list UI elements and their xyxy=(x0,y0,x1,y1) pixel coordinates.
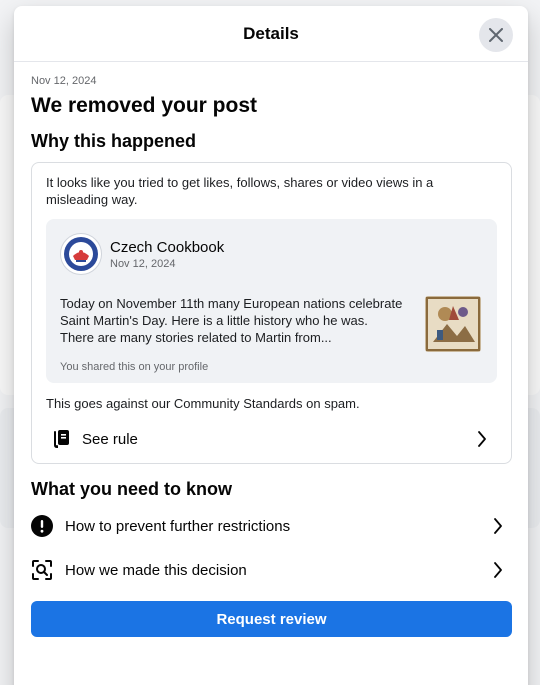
request-review-button[interactable]: Request review xyxy=(31,601,512,637)
post-image-icon xyxy=(425,296,481,352)
close-icon xyxy=(489,28,503,42)
post-meta: Czech Cookbook Nov 12, 2024 xyxy=(110,239,224,270)
dialog-header: Details xyxy=(14,6,528,62)
post-author: Czech Cookbook xyxy=(110,238,225,256)
prevent-restrictions-label: How to prevent further restrictions xyxy=(65,517,291,535)
book-icon xyxy=(54,430,69,449)
why-title: Why this happened xyxy=(31,131,197,151)
search-decision-icon xyxy=(32,560,52,580)
post-body: Today on November 11th many European nat… xyxy=(60,295,481,352)
standards-text: This goes against our Community Standard… xyxy=(46,396,360,411)
alert-icon xyxy=(31,515,53,537)
see-rule-row[interactable]: See rule xyxy=(46,425,497,453)
decision-info-row[interactable]: How we made this decision xyxy=(31,548,512,592)
dialog-title: Details xyxy=(243,23,299,43)
post-date: Nov 12, 2024 xyxy=(110,257,176,270)
avatar xyxy=(60,233,102,275)
reason-text: It looks like you tried to get likes, fo… xyxy=(46,175,434,207)
chevron-right-icon xyxy=(494,562,502,578)
reason-box: It looks like you tried to get likes, fo… xyxy=(31,162,512,464)
decision-info-label: How we made this decision xyxy=(65,561,247,579)
close-button[interactable] xyxy=(479,18,513,52)
post-thumbnail xyxy=(425,296,481,352)
post-header: Czech Cookbook Nov 12, 2024 xyxy=(60,233,481,275)
chevron-right-icon xyxy=(494,518,502,534)
dialog-content: Nov 12, 2024 We removed your post Why th… xyxy=(14,62,528,637)
prevent-restrictions-row[interactable]: How to prevent further restrictions xyxy=(31,504,512,548)
see-rule-label: See rule xyxy=(82,430,138,448)
post-text: Today on November 11th many European nat… xyxy=(60,296,403,345)
czech-cookbook-logo-icon xyxy=(64,237,98,271)
page-title: We removed your post xyxy=(31,94,257,117)
chevron-right-icon xyxy=(478,431,486,447)
details-dialog: Details Nov 12, 2024 We removed your pos… xyxy=(14,6,528,685)
removed-post-card[interactable]: Czech Cookbook Nov 12, 2024 Today on Nov… xyxy=(46,219,497,383)
removal-date: Nov 12, 2024 xyxy=(31,75,97,87)
need-to-know-title: What you need to know xyxy=(31,479,232,499)
post-caption: You shared this on your profile xyxy=(60,361,209,373)
